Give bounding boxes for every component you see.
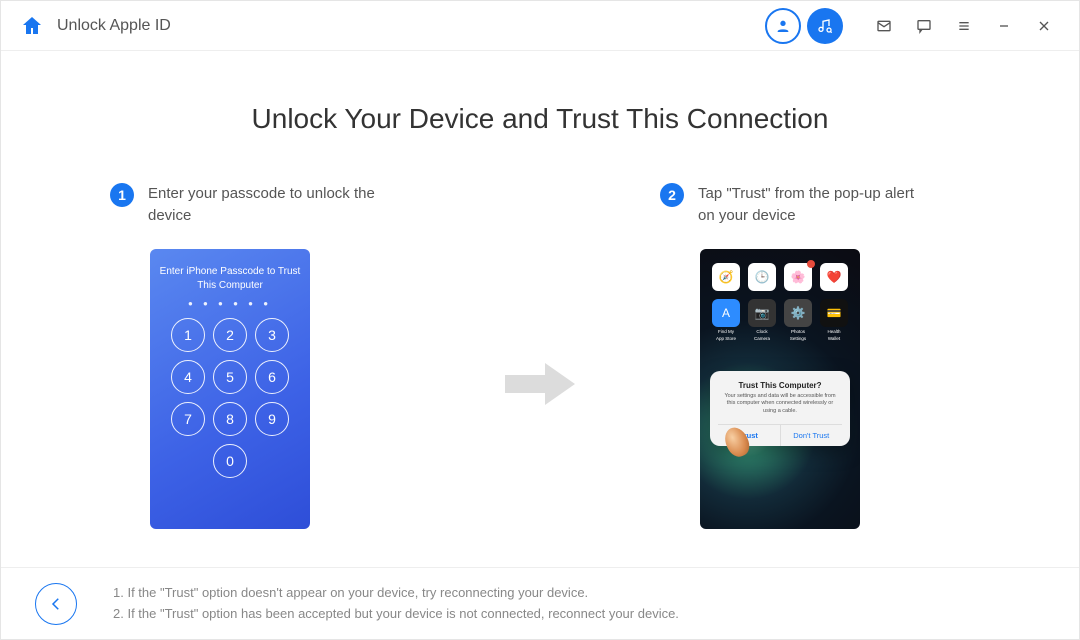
step-2-text: Tap "Trust" from the pop-up alert on you… bbox=[698, 183, 928, 227]
app-icon: 🌸 bbox=[784, 263, 812, 291]
app-icon: 🧭 bbox=[712, 263, 740, 291]
footer-hints: 1. If the "Trust" option doesn't appear … bbox=[113, 583, 679, 623]
passcode-prompt-title: Enter iPhone Passcode to Trust This Comp… bbox=[150, 249, 310, 299]
content-area: Unlock Your Device and Trust This Connec… bbox=[1, 51, 1079, 567]
key-2: 2 bbox=[213, 318, 247, 352]
key-3: 3 bbox=[255, 318, 289, 352]
close-button[interactable] bbox=[1027, 9, 1061, 43]
step-1: 1 Enter your passcode to unlock the devi… bbox=[110, 183, 420, 529]
passcode-dots: ● ● ● ● ● ● bbox=[150, 299, 310, 308]
step-1-number: 1 bbox=[110, 183, 134, 207]
key-7: 7 bbox=[171, 402, 205, 436]
feedback-icon[interactable] bbox=[907, 9, 941, 43]
hint-1: 1. If the "Trust" option doesn't appear … bbox=[113, 583, 679, 603]
key-1: 1 bbox=[171, 318, 205, 352]
page-title: Unlock Apple ID bbox=[57, 17, 171, 35]
alert-title: Trust This Computer? bbox=[718, 381, 842, 390]
app-icon: 📷 bbox=[748, 299, 776, 327]
step-2-number: 2 bbox=[660, 183, 684, 207]
key-4: 4 bbox=[171, 360, 205, 394]
footer: 1. If the "Trust" option doesn't appear … bbox=[1, 567, 1079, 639]
home-icon[interactable] bbox=[19, 13, 45, 39]
music-search-icon[interactable] bbox=[807, 8, 843, 44]
app-icon: 🕒 bbox=[748, 263, 776, 291]
steps-row: 1 Enter your passcode to unlock the devi… bbox=[110, 183, 970, 529]
app-icon: ❤️ bbox=[820, 263, 848, 291]
key-5: 5 bbox=[213, 360, 247, 394]
app-window: Unlock Apple ID Unlock Your Device and T… bbox=[0, 0, 1080, 640]
minimize-button[interactable] bbox=[987, 9, 1021, 43]
app-icon: 💳 bbox=[820, 299, 848, 327]
step-2: 2 Tap "Trust" from the pop-up alert on y… bbox=[660, 183, 970, 529]
arrow-right-icon bbox=[505, 363, 575, 410]
dont-trust-button: Don't Trust bbox=[781, 425, 843, 446]
key-6: 6 bbox=[255, 360, 289, 394]
back-button[interactable] bbox=[35, 583, 77, 625]
heading: Unlock Your Device and Trust This Connec… bbox=[252, 103, 829, 135]
menu-icon[interactable] bbox=[947, 9, 981, 43]
trust-phone-illustration: 🧭 🕒 🌸 ❤️ A 📷 ⚙️ 💳 Find My Clock Photos H… bbox=[700, 249, 860, 529]
titlebar: Unlock Apple ID bbox=[1, 1, 1079, 51]
app-icon: A bbox=[712, 299, 740, 327]
key-0: 0 bbox=[213, 444, 247, 478]
mail-icon[interactable] bbox=[867, 9, 901, 43]
step-1-text: Enter your passcode to unlock the device bbox=[148, 183, 378, 227]
passcode-phone-illustration: Enter iPhone Passcode to Trust This Comp… bbox=[150, 249, 310, 529]
app-icon: ⚙️ bbox=[784, 299, 812, 327]
key-9: 9 bbox=[255, 402, 289, 436]
keypad: 1 2 3 4 5 6 7 8 9 0 bbox=[150, 318, 310, 478]
hint-2: 2. If the "Trust" option has been accept… bbox=[113, 604, 679, 624]
account-icon[interactable] bbox=[765, 8, 801, 44]
alert-desc: Your settings and data will be accessibl… bbox=[718, 393, 842, 424]
key-8: 8 bbox=[213, 402, 247, 436]
